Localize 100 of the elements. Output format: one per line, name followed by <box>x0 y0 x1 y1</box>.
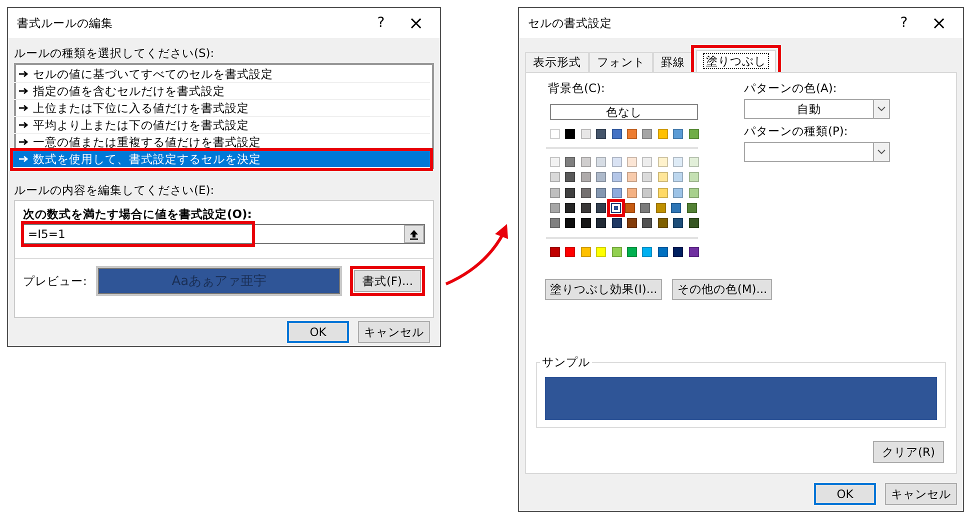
color-swatch[interactable] <box>596 188 606 198</box>
rule-type-item[interactable]: 平均より上または下の値だけを書式設定 <box>13 117 430 134</box>
chevron-icon <box>877 149 886 155</box>
color-swatch[interactable] <box>688 157 699 167</box>
color-swatch[interactable] <box>640 202 650 213</box>
tab[interactable]: フォント <box>589 52 653 72</box>
color-swatch[interactable] <box>565 247 576 258</box>
tab[interactable]: 罫線 <box>653 52 693 72</box>
color-swatch[interactable] <box>642 247 652 258</box>
color-swatch[interactable] <box>673 218 684 228</box>
color-swatch[interactable] <box>673 157 684 167</box>
color-swatch[interactable] <box>686 202 697 213</box>
upload-icon <box>409 228 419 240</box>
color-swatch[interactable] <box>688 188 699 198</box>
color-swatch[interactable] <box>642 218 652 228</box>
color-swatch[interactable] <box>658 188 668 198</box>
color-swatch[interactable] <box>658 157 668 167</box>
collapse-button[interactable] <box>404 225 424 243</box>
close-button[interactable]: × <box>921 12 957 34</box>
color-swatch[interactable] <box>612 218 622 228</box>
color-swatch[interactable] <box>626 172 637 182</box>
color-swatch[interactable] <box>673 172 684 182</box>
pattern-color-label: パターンの色(A): <box>744 81 838 96</box>
color-swatch[interactable] <box>550 157 560 167</box>
color-swatch[interactable] <box>688 172 699 182</box>
color-swatch[interactable] <box>626 218 637 228</box>
color-swatch[interactable] <box>596 157 606 167</box>
rule-type-item[interactable]: 指定の値を含むセルだけを書式設定 <box>13 83 430 100</box>
color-swatch[interactable] <box>626 157 637 167</box>
color-swatch[interactable] <box>565 202 576 213</box>
color-swatch[interactable] <box>658 218 668 228</box>
color-swatch[interactable] <box>580 247 591 258</box>
color-swatch[interactable] <box>612 129 622 139</box>
color-swatch[interactable] <box>550 188 560 198</box>
formula-field[interactable]: =I5=1 <box>23 224 425 244</box>
fill-effects-button[interactable]: 塗りつぶし効果(I)... <box>545 279 662 300</box>
arrow-icon <box>19 105 28 111</box>
color-swatch[interactable] <box>580 157 591 167</box>
color-swatch[interactable] <box>565 218 576 228</box>
rule-type-item[interactable]: セルの値に基づいてすべてのセルを書式設定 <box>13 66 430 83</box>
color-swatch[interactable] <box>550 172 560 182</box>
tab[interactable]: 表示形式 <box>525 52 589 72</box>
color-swatch[interactable] <box>688 247 699 258</box>
color-swatch[interactable] <box>612 247 622 258</box>
color-swatch[interactable] <box>626 129 637 139</box>
clear-button[interactable]: クリア(R) <box>873 441 944 463</box>
color-swatch[interactable] <box>596 247 606 258</box>
color-swatch[interactable] <box>610 202 621 213</box>
color-swatch[interactable] <box>656 202 666 213</box>
color-swatch[interactable] <box>580 218 591 228</box>
color-swatch[interactable] <box>580 188 591 198</box>
help-button[interactable]: ? <box>887 15 921 31</box>
color-swatch[interactable] <box>626 188 637 198</box>
no-color-button[interactable]: 色なし <box>550 104 698 120</box>
color-swatch[interactable] <box>642 172 652 182</box>
cancel-button[interactable]: キャンセル <box>358 321 430 343</box>
color-swatch[interactable] <box>565 157 576 167</box>
more-colors-button[interactable]: その他の色(M)... <box>672 279 772 300</box>
color-swatch[interactable] <box>596 218 606 228</box>
color-swatch[interactable] <box>642 157 652 167</box>
close-button[interactable]: × <box>398 12 434 34</box>
color-swatch[interactable] <box>580 172 591 182</box>
color-swatch[interactable] <box>688 218 699 228</box>
rule-type-item[interactable]: 上位または下位に入る値だけを書式設定 <box>13 100 430 117</box>
color-swatch[interactable] <box>550 202 560 213</box>
color-swatch[interactable] <box>580 129 591 139</box>
color-swatch[interactable] <box>673 247 684 258</box>
color-swatch[interactable] <box>565 129 576 139</box>
color-swatch[interactable] <box>673 188 684 198</box>
color-swatch[interactable] <box>642 129 652 139</box>
color-swatch[interactable] <box>624 202 635 213</box>
color-swatch[interactable] <box>658 172 668 182</box>
rule-type-item[interactable]: 数式を使用して、書式設定するセルを決定 <box>13 151 430 168</box>
color-swatch[interactable] <box>565 188 576 198</box>
color-swatch[interactable] <box>671 202 682 213</box>
cancel-button[interactable]: キャンセル <box>885 483 957 505</box>
help-button[interactable]: ? <box>364 15 398 31</box>
color-swatch[interactable] <box>550 129 560 139</box>
ok-button[interactable]: OK <box>287 321 349 343</box>
color-swatch[interactable] <box>550 218 560 228</box>
color-swatch[interactable] <box>673 129 684 139</box>
tab[interactable]: 塗りつぶし <box>696 50 776 72</box>
color-swatch[interactable] <box>688 129 699 139</box>
color-swatch[interactable] <box>642 188 652 198</box>
color-swatch[interactable] <box>596 172 606 182</box>
color-swatch[interactable] <box>550 247 560 258</box>
color-swatch[interactable] <box>612 172 622 182</box>
ok-button[interactable]: OK <box>814 483 876 505</box>
pattern-color-dropdown[interactable]: 自動 <box>744 99 890 119</box>
color-swatch[interactable] <box>612 157 622 167</box>
color-swatch[interactable] <box>565 172 576 182</box>
pattern-style-dropdown[interactable] <box>744 142 890 162</box>
color-swatch[interactable] <box>658 129 668 139</box>
color-swatch[interactable] <box>658 247 668 258</box>
color-swatch[interactable] <box>626 247 637 258</box>
color-swatch[interactable] <box>596 202 606 213</box>
color-swatch[interactable] <box>596 129 606 139</box>
color-swatch[interactable] <box>580 202 591 213</box>
color-swatch[interactable] <box>612 188 622 198</box>
format-button[interactable]: 書式(F)... <box>354 270 421 292</box>
